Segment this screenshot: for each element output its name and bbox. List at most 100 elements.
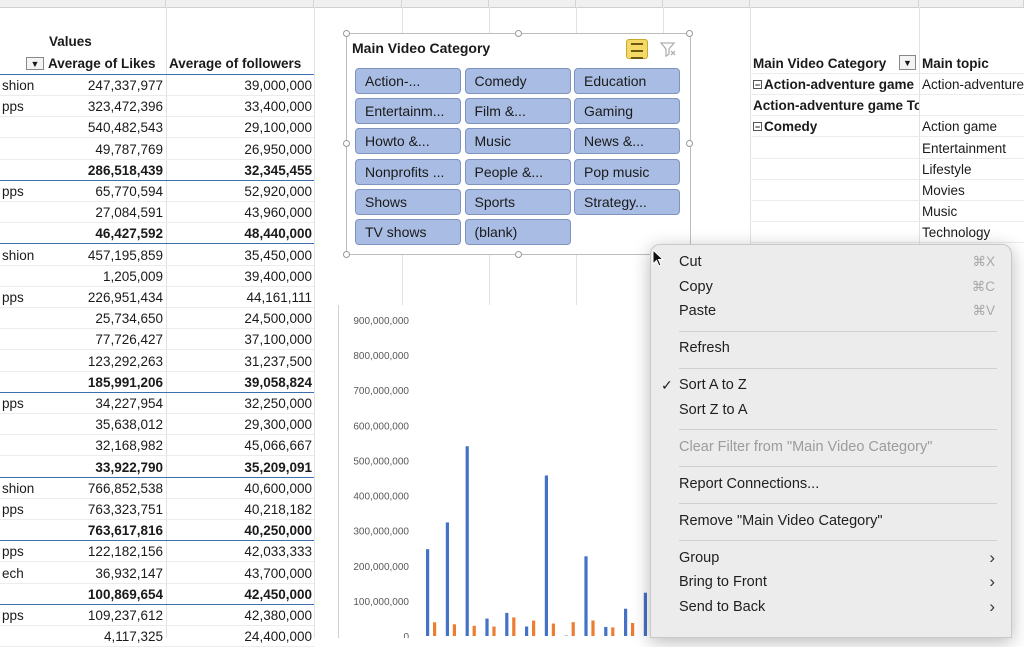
pivot-topic-cell[interactable]: Action-adventure [922,77,1024,92]
column-header-i[interactable]: I [663,0,750,7]
likes-cell[interactable]: 457,195,859 [45,248,163,263]
followers-cell[interactable]: 40,218,182 [166,502,312,517]
pivot-category-cell[interactable]: Action-adventure game Total [753,98,919,113]
likes-cell[interactable]: 100,869,654 [45,587,163,602]
slicer-item[interactable]: Strategy... [574,189,680,215]
slicer-item[interactable]: Film &... [465,98,571,124]
pivot-topic-cell[interactable]: Lifestyle [922,162,1024,177]
bar-series-1[interactable] [426,549,429,636]
bar-chart[interactable]: 900,000,000800,000,000700,000,000600,000… [338,305,655,638]
menu-item-cut[interactable]: Cut⌘X [651,251,1011,275]
followers-cell[interactable]: 35,209,091 [166,460,312,475]
row-label[interactable]: pps [2,544,42,559]
likes-cell[interactable]: 540,482,543 [45,120,163,135]
slicer-item[interactable]: Education [574,68,680,94]
collapse-icon[interactable]: − [753,122,762,131]
followers-cell[interactable]: 31,237,500 [166,354,312,369]
pivot-topic-cell[interactable]: Music [922,204,1024,219]
bar-series-1[interactable] [485,619,488,636]
pivot-category-cell[interactable]: −Comedy [753,119,919,134]
header-average-followers[interactable]: Average of followers [169,56,301,71]
likes-cell[interactable]: 46,427,592 [45,226,163,241]
likes-cell[interactable]: 34,227,954 [45,396,163,411]
followers-cell[interactable]: 40,600,000 [166,481,312,496]
likes-cell[interactable]: 766,852,538 [45,481,163,496]
likes-cell[interactable]: 27,084,591 [45,205,163,220]
bar-series-1[interactable] [644,593,647,636]
bar-series-2[interactable] [591,620,594,636]
column-header-f[interactable]: F [402,0,489,7]
resize-handle[interactable] [515,30,522,37]
column-header-e[interactable]: E [314,0,402,7]
bar-series-2[interactable] [433,622,436,636]
bar-series-1[interactable] [525,626,528,636]
followers-cell[interactable]: 33,400,000 [166,99,312,114]
collapse-icon[interactable]: − [753,80,762,89]
bar-series-2[interactable] [611,627,614,636]
likes-cell[interactable]: 185,991,206 [45,375,163,390]
slicer-item[interactable]: Pop music [574,159,680,185]
bar-series-2[interactable] [512,617,515,636]
followers-cell[interactable]: 42,033,333 [166,544,312,559]
slicer-item[interactable]: (blank) [465,219,571,245]
column-header-j[interactable]: J [750,0,919,7]
row-label[interactable]: pps [2,184,42,199]
menu-item-sort-z-to-a[interactable]: Sort Z to A [651,399,1011,423]
bar-series-1[interactable] [505,613,508,636]
followers-cell[interactable]: 42,450,000 [166,587,312,602]
row-label[interactable]: shion [2,248,42,263]
slicer-item[interactable]: Entertainm... [355,98,461,124]
followers-cell[interactable]: 43,700,000 [166,566,312,581]
likes-cell[interactable]: 109,237,612 [45,608,163,623]
menu-item-sort-a-to-z[interactable]: ✓Sort A to Z [651,374,1011,398]
column-header-k[interactable]: K [919,0,1024,7]
column-header-h[interactable]: H [576,0,663,7]
bar-series-1[interactable] [584,556,587,636]
followers-cell[interactable]: 43,960,000 [166,205,312,220]
pivot-header-category[interactable]: Main Video Category [753,56,919,71]
slicer-item[interactable]: People &... [465,159,571,185]
slicer-item[interactable]: Howto &... [355,128,461,154]
slicer-item[interactable]: Gaming [574,98,680,124]
menu-item-copy[interactable]: Copy⌘C [651,276,1011,300]
followers-cell[interactable]: 45,066,667 [166,438,312,453]
pivot-category-cell[interactable]: −Action-adventure game [753,77,919,92]
bar-series-2[interactable] [453,624,456,636]
bar-series-2[interactable] [552,624,555,636]
header-average-likes[interactable]: Average of Likes [48,56,156,71]
bar-series-1[interactable] [604,627,607,636]
bar-series-2[interactable] [572,622,575,636]
pivot-topic-cell[interactable]: Action game [922,119,1024,134]
slicer-main-video-category[interactable]: Main Video Category Action-...ComedyEduc… [346,33,691,255]
followers-cell[interactable]: 35,450,000 [166,248,312,263]
followers-cell[interactable]: 40,250,000 [166,523,312,538]
bar-series-2[interactable] [631,623,634,636]
menu-item-paste[interactable]: Paste⌘V [651,300,1011,324]
bar-series-2[interactable] [492,627,495,636]
menu-item-bring-to-front[interactable]: Bring to Front› [651,571,1011,595]
resize-handle[interactable] [343,30,350,37]
column-header-d[interactable]: D [166,0,314,7]
likes-cell[interactable]: 226,951,434 [45,290,163,305]
slicer-item[interactable]: Action-... [355,68,461,94]
likes-cell[interactable]: 122,182,156 [45,544,163,559]
likes-cell[interactable]: 65,770,594 [45,184,163,199]
likes-cell[interactable]: 286,518,439 [45,163,163,178]
slicer-item[interactable]: Music [465,128,571,154]
resize-handle[interactable] [343,140,350,147]
followers-cell[interactable]: 52,920,000 [166,184,312,199]
followers-cell[interactable]: 39,058,824 [166,375,312,390]
bar-series-1[interactable] [466,446,469,636]
slicer-item[interactable]: TV shows [355,219,461,245]
followers-cell[interactable]: 24,400,000 [166,629,312,644]
slicer-item[interactable]: Shows [355,189,461,215]
clear-filter-icon[interactable] [659,40,677,58]
likes-cell[interactable]: 49,787,769 [45,142,163,157]
slicer-item[interactable]: Nonprofits ... [355,159,461,185]
resize-handle[interactable] [686,140,693,147]
resize-handle[interactable] [686,30,693,37]
likes-cell[interactable]: 33,922,790 [45,460,163,475]
likes-cell[interactable]: 123,292,263 [45,354,163,369]
slicer-item[interactable]: Sports [465,189,571,215]
pivot-topic-cell[interactable]: Movies [922,183,1024,198]
